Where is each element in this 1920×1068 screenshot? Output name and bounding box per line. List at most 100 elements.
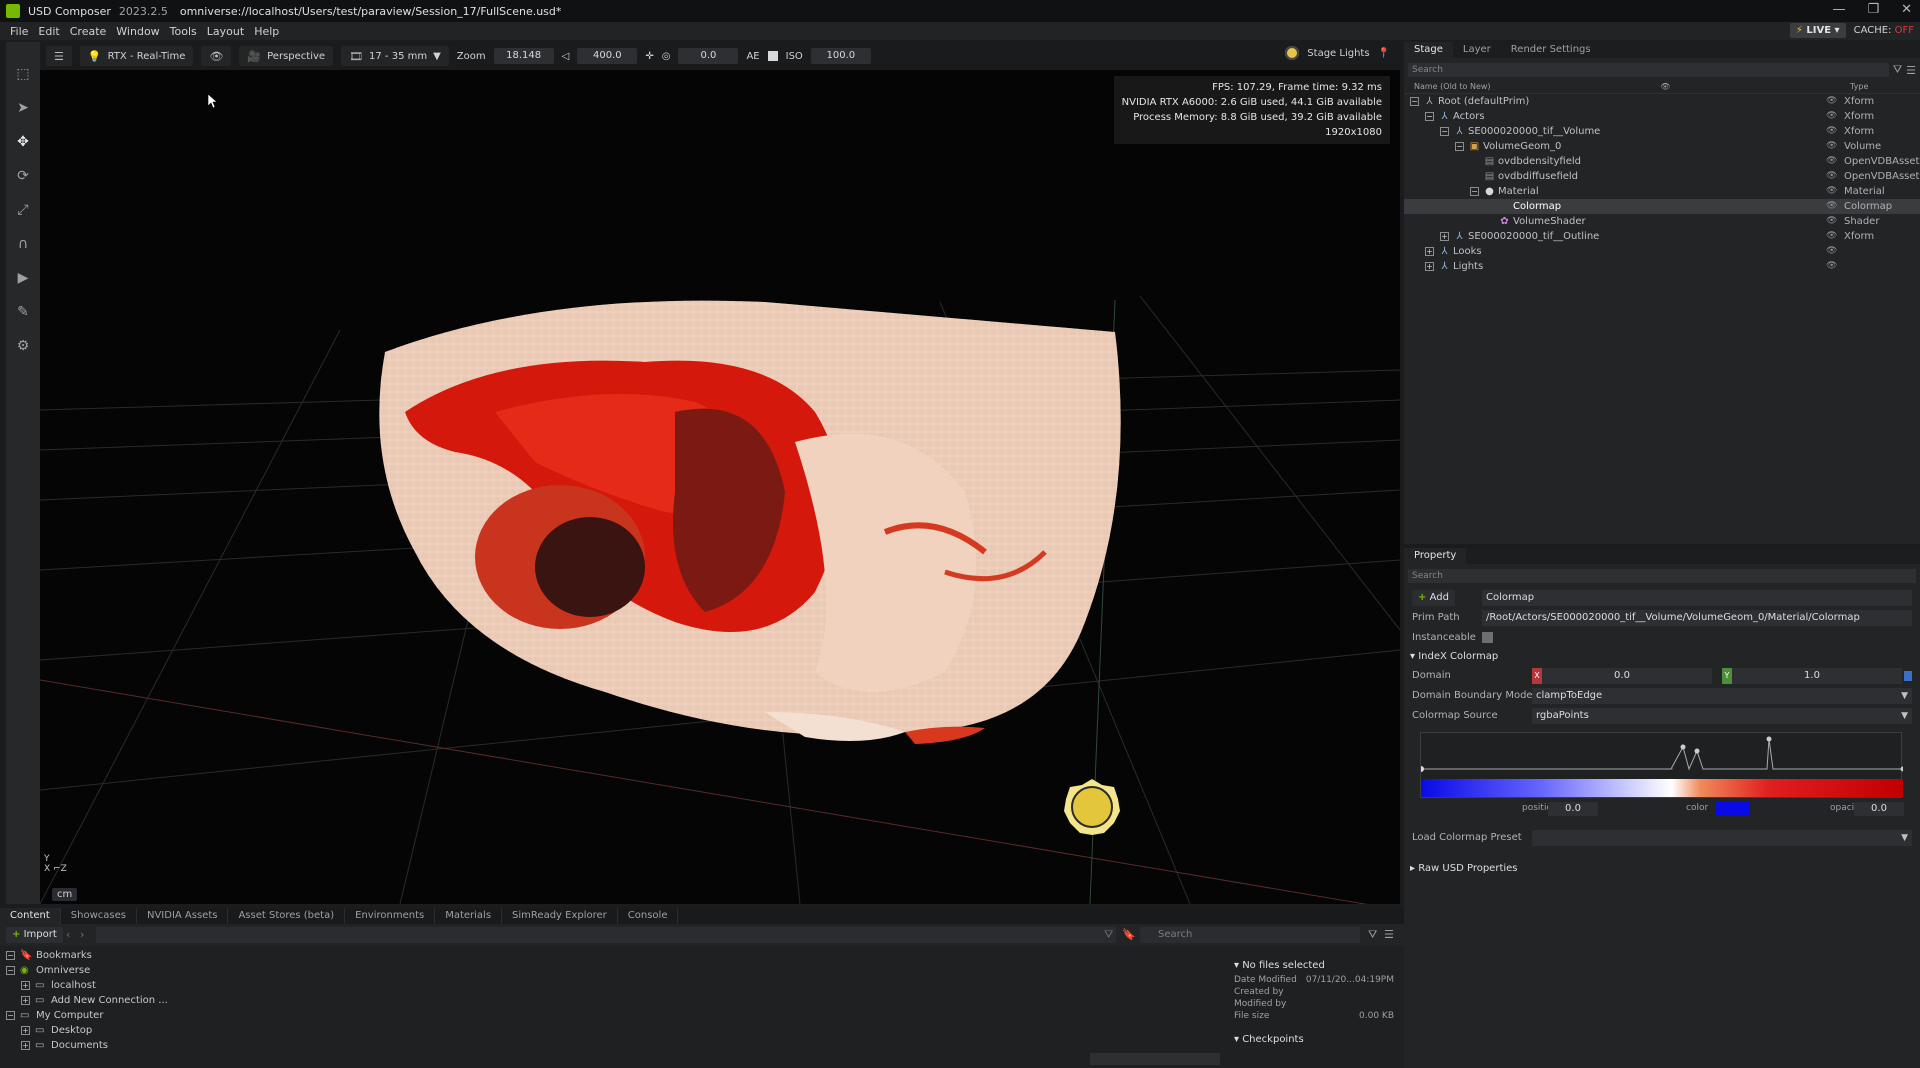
move-icon[interactable]: ✥ (11, 130, 35, 154)
content-search-input[interactable]: Search (1140, 927, 1360, 943)
stage-row[interactable]: − ● Material 👁 Material (1404, 184, 1920, 199)
menu-create[interactable]: Create (70, 25, 107, 38)
viewport[interactable]: ☰ 💡 RTX - Real-Time 👁 🎥 Perspective 🎞 17 - … (40, 42, 1400, 904)
tab-showcases[interactable]: Showcases (61, 908, 137, 924)
renderer-button[interactable]: 💡 RTX - Real-Time (79, 46, 194, 66)
menu-edit[interactable]: Edit (38, 25, 59, 38)
stage-row[interactable]: + ⅄ Lights 👁 (1404, 259, 1920, 274)
property-search-input[interactable]: Search (1408, 569, 1916, 583)
collapse-icon[interactable]: − (6, 966, 15, 975)
stage-row[interactable]: − ⅄ Actors 👁 Xform (1404, 109, 1920, 124)
speed-field[interactable]: 400.0 (577, 48, 638, 64)
tab-stage[interactable]: Stage (1404, 42, 1453, 58)
color-swatch[interactable] (1716, 802, 1750, 816)
collapse-icon[interactable]: − (6, 1011, 15, 1020)
light-gizmo-icon[interactable] (1062, 777, 1122, 837)
filter-icon[interactable]: ⛛ (1893, 63, 1902, 77)
file-tree-item[interactable]: + ▭ Desktop (6, 1023, 234, 1038)
curve-point[interactable] (1418, 766, 1424, 772)
stage-row[interactable]: ▤ ovdbdensityfield 👁 OpenVDBAsset (1404, 154, 1920, 169)
stage-row[interactable]: + ⅄ Looks 👁 (1404, 244, 1920, 259)
eye-icon[interactable]: 👁 (1826, 259, 1837, 274)
menu-tools[interactable]: Tools (170, 25, 197, 38)
menu-help[interactable]: Help (254, 25, 279, 38)
menu-layout[interactable]: Layout (207, 25, 244, 38)
tab-simready-explorer[interactable]: SimReady Explorer (502, 908, 618, 924)
stage-search-input[interactable]: Search (1408, 63, 1889, 77)
prim-path-field[interactable]: /Root/Actors/SE000020000_tif__Volume/Vol… (1482, 610, 1912, 626)
curve-point[interactable] (1900, 766, 1906, 772)
no-files-header[interactable]: ▾ No files selected (1234, 958, 1394, 974)
load-preset-select[interactable] (1532, 830, 1912, 846)
eye-icon[interactable]: 👁 (1826, 199, 1837, 214)
indexcolormap-section[interactable]: ▾ IndeX Colormap (1404, 648, 1920, 666)
curve-point[interactable] (1680, 744, 1686, 750)
tab-asset-stores[interactable]: Asset Stores (beta) (228, 908, 346, 924)
live-button[interactable]: ⚡ LIVE ▾ (1789, 23, 1846, 38)
pin-icon[interactable]: 📍 (1378, 48, 1390, 59)
path-input[interactable] (96, 927, 1116, 943)
expand-icon[interactable]: + (21, 996, 30, 1005)
ae-checkbox[interactable] (767, 51, 778, 61)
bookmark-icon[interactable]: 🔖 (1122, 928, 1136, 941)
paint-icon[interactable]: ✎ (11, 300, 35, 324)
expand-icon[interactable]: + (1425, 247, 1434, 256)
menu-icon[interactable]: ☰ (1384, 928, 1394, 941)
tab-environments[interactable]: Environments (345, 908, 436, 924)
menu-file[interactable]: File (10, 25, 28, 38)
snap-icon[interactable]: ∩ (11, 232, 35, 256)
collapse-icon[interactable]: − (6, 951, 15, 960)
opacity-field[interactable]: 0.0 (1854, 802, 1904, 816)
instanceable-checkbox[interactable] (1482, 632, 1493, 643)
eye-icon[interactable]: 👁 (1826, 169, 1837, 184)
expand-icon[interactable]: + (1440, 232, 1449, 241)
color-gradient-bar[interactable] (1421, 779, 1903, 797)
settings-button[interactable]: ☰ (46, 46, 72, 66)
filter-icon[interactable]: ⛛ (1104, 928, 1113, 942)
eye-icon[interactable]: 👁 (1826, 214, 1837, 229)
col-name[interactable]: Name (Old to New) (1414, 82, 1491, 93)
collapse-icon[interactable]: − (1410, 97, 1419, 106)
cache-status[interactable]: CACHE: OFF (1854, 25, 1914, 36)
exposure-field[interactable]: 0.0 (678, 48, 739, 64)
forward-icon[interactable]: › (80, 928, 84, 941)
stage-row[interactable]: − ⅄ Root (defaultPrim) 👁 Xform (1404, 94, 1920, 109)
tab-console[interactable]: Console (618, 908, 679, 924)
col-type[interactable]: Type (1850, 82, 1920, 93)
import-button[interactable]: + Import (6, 927, 63, 943)
eye-icon[interactable]: 👁 (1826, 184, 1837, 199)
select-mode-icon[interactable]: ⬚ (11, 62, 35, 86)
file-tree-item[interactable]: − 🔖 Bookmarks (6, 948, 234, 963)
boundary-mode-select[interactable]: clampToEdge (1532, 688, 1912, 704)
colormap-editor[interactable]: position 0.0 color opacity 0.0 (1418, 732, 1912, 822)
eye-icon[interactable]: 👁 (1826, 124, 1837, 139)
expand-icon[interactable]: + (21, 981, 30, 990)
lens-button[interactable]: 🎞 17 - 35 mm ▼ (341, 46, 449, 66)
file-tree-item[interactable]: − ▭ My Computer (6, 1008, 234, 1023)
opacity-curve-area[interactable] (1418, 732, 1906, 798)
zoom-field[interactable]: 18.148 (493, 48, 554, 64)
select-arrow-icon[interactable]: ➤ (11, 96, 35, 120)
physics-icon[interactable]: ⚙ (11, 334, 35, 358)
raw-usd-section[interactable]: ▸ Raw USD Properties (1404, 860, 1920, 878)
navigate-icon[interactable]: ✛ (645, 51, 653, 62)
visibility-button[interactable]: 👁 (201, 46, 232, 66)
back-icon[interactable]: ‹ (66, 928, 70, 941)
stage-row[interactable]: + ⅄ SE000020000_tif__Outline 👁 Xform (1404, 229, 1920, 244)
add-button[interactable]: + Add (1412, 590, 1455, 606)
file-tree-item[interactable]: + ▭ Documents (6, 1038, 234, 1053)
expand-icon[interactable]: + (1425, 262, 1434, 271)
play-icon[interactable]: ▶ (11, 266, 35, 290)
curve-point[interactable] (1766, 736, 1772, 742)
collapse-icon[interactable]: − (1470, 187, 1479, 196)
restore-icon[interactable]: ❐ (1867, 2, 1879, 17)
volume-render[interactable] (345, 292, 1125, 762)
eye-icon[interactable]: 👁 (1826, 94, 1837, 109)
stage-row[interactable]: ✿ VolumeShader 👁 Shader (1404, 214, 1920, 229)
file-tree-item[interactable]: + ▭ Add New Connection ... (6, 993, 234, 1008)
camera-button[interactable]: 🎥 Perspective (239, 46, 334, 66)
tab-nvidia-assets[interactable]: NVIDIA Assets (137, 908, 229, 924)
tab-layer[interactable]: Layer (1453, 42, 1501, 58)
filter-icon[interactable]: ⛛ (1368, 928, 1377, 942)
domain-y-field[interactable]: Y 1.0 (1722, 668, 1912, 684)
